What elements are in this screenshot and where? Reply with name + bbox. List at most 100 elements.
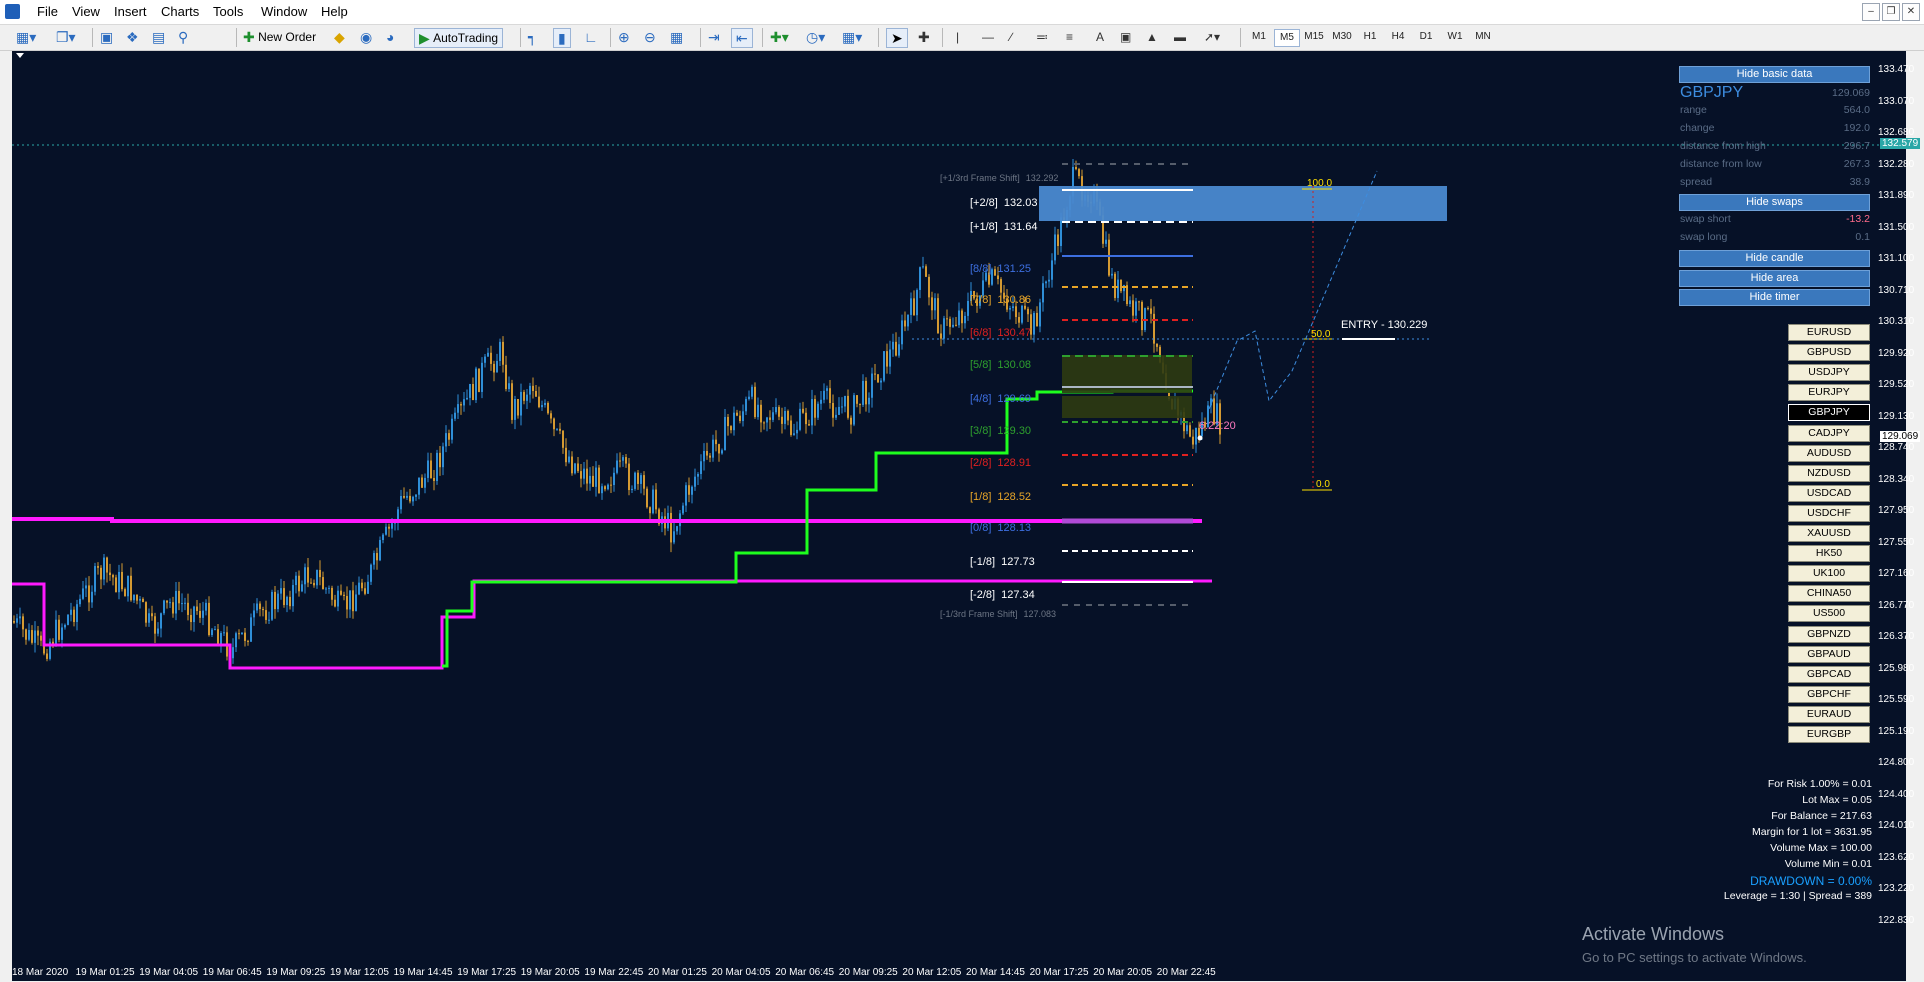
symbol-button-usdchf[interactable]: USDCHF <box>1788 504 1870 522</box>
candlestick-icon[interactable]: ▮ <box>553 28 571 48</box>
symbol-button-hk50[interactable]: HK50 <box>1788 545 1870 563</box>
text-icon[interactable]: A <box>1096 28 1104 46</box>
market-icon[interactable]: ◉ <box>360 28 372 46</box>
close-icon[interactable]: ✕ <box>1902 3 1920 21</box>
timeframe-m15[interactable]: M15 <box>1302 29 1326 45</box>
indicators-icon[interactable]: ✚▾ <box>770 28 789 46</box>
menu-help[interactable]: Help <box>321 4 348 19</box>
timeframe-m1[interactable]: M1 <box>1247 29 1271 45</box>
symbol-button-usdcad[interactable]: USDCAD <box>1788 484 1870 502</box>
symbol-button-gbpusd[interactable]: GBPUSD <box>1788 344 1870 362</box>
triangle-icon[interactable]: ▲ <box>1146 28 1158 46</box>
crosshair-icon[interactable]: ✚ <box>918 28 930 46</box>
navigator-icon[interactable]: ❖ <box>126 28 139 46</box>
hide-candle-button[interactable]: Hide candle <box>1679 250 1870 267</box>
candle-body <box>724 416 726 451</box>
symbol-button-gbpcad[interactable]: GBPCAD <box>1788 665 1870 683</box>
timeframe-m5[interactable]: M5 <box>1274 29 1300 47</box>
symbol-button-audusd[interactable]: AUDUSD <box>1788 444 1870 462</box>
candle-body <box>334 599 336 607</box>
symbol-button-xauusd[interactable]: XAUUSD <box>1788 525 1870 542</box>
candle-body <box>232 647 234 659</box>
timeframe-m30[interactable]: M30 <box>1330 29 1354 45</box>
candle-body <box>928 276 930 298</box>
metaeditor-icon[interactable]: ◆ <box>334 28 345 46</box>
candle-body <box>508 383 510 390</box>
restore-icon[interactable]: ❐ <box>1882 3 1900 21</box>
symbol-button-euraud[interactable]: EURAUD <box>1788 705 1870 723</box>
timeframe-h1[interactable]: H1 <box>1358 29 1382 45</box>
symbol-button-gbpaud[interactable]: GBPAUD <box>1788 645 1870 663</box>
signals-icon[interactable]: ◕ <box>386 28 394 46</box>
symbol-button-eurgbp[interactable]: EURGBP <box>1788 726 1870 743</box>
candle-body <box>460 404 462 406</box>
candle-body <box>244 632 246 641</box>
timeframe-d1[interactable]: D1 <box>1414 29 1438 45</box>
candle-body <box>1186 425 1188 432</box>
zoom-in-icon[interactable]: ⊕ <box>618 28 630 46</box>
chart-window[interactable] <box>12 51 1906 981</box>
hide-area-button[interactable]: Hide area <box>1679 270 1870 287</box>
candle-body <box>787 410 789 421</box>
symbol-button-gbpchf[interactable]: GBPCHF <box>1788 685 1870 703</box>
minimize-icon[interactable]: – <box>1862 3 1880 21</box>
hide-swaps-button[interactable]: Hide swaps <box>1679 194 1870 211</box>
timeframe-w1[interactable]: W1 <box>1443 29 1467 45</box>
chart-shift-icon[interactable]: ⇤ <box>731 28 753 48</box>
menu-charts[interactable]: Charts <box>161 4 199 19</box>
timeframe-mn[interactable]: MN <box>1471 29 1495 45</box>
symbol-button-gbpnzd[interactable]: GBPNZD <box>1788 625 1870 643</box>
candle-body <box>649 507 651 514</box>
price-chart[interactable] <box>12 51 1906 981</box>
menu-tools[interactable]: Tools <box>213 4 243 19</box>
fibonacci-icon[interactable]: ≡ <box>1066 28 1073 46</box>
bar-chart-icon[interactable]: ┑ <box>528 28 536 46</box>
autotrading-button[interactable]: ▶ AutoTrading <box>414 28 504 48</box>
symbol-button-uk100[interactable]: UK100 <box>1788 565 1870 583</box>
zoom-out-icon[interactable]: ⊖ <box>644 28 656 46</box>
channel-icon[interactable]: ≕ <box>1036 28 1048 46</box>
murrey-level-label: [2/8] <box>970 457 992 469</box>
terminal-icon[interactable]: ▤ <box>152 28 165 46</box>
market-watch-icon[interactable]: ▣ <box>100 28 113 46</box>
tile-windows-icon[interactable]: ▦ <box>670 28 683 46</box>
menu-window[interactable]: Window <box>261 4 307 19</box>
profiles-icon[interactable]: ❐▾ <box>56 28 76 46</box>
autoscroll-icon[interactable]: ⇥ <box>708 28 720 46</box>
symbol-button-us500[interactable]: US500 <box>1788 605 1870 623</box>
menu-view[interactable]: View <box>72 4 100 19</box>
candle-body <box>751 386 753 397</box>
vertical-line-icon[interactable]: | <box>956 28 959 46</box>
new-chart-icon[interactable]: ▦▾ <box>16 28 36 46</box>
candle-body <box>835 414 837 418</box>
symbol-button-china50[interactable]: CHINA50 <box>1788 585 1870 603</box>
text-label-icon[interactable]: ▣ <box>1120 28 1131 46</box>
templates-icon[interactable]: ▦▾ <box>842 28 862 46</box>
candle-body <box>634 472 636 489</box>
cursor-icon[interactable]: ➤ <box>886 28 908 48</box>
symbol-button-eurjpy[interactable]: EURJPY <box>1788 384 1870 402</box>
line-chart-icon[interactable]: ∟ <box>584 28 598 46</box>
menu-insert[interactable]: Insert <box>114 4 147 19</box>
candle-body <box>13 621 15 623</box>
trendline-icon[interactable]: ∕ <box>1010 28 1012 46</box>
timeframe-h4[interactable]: H4 <box>1386 29 1410 45</box>
candle-body <box>934 298 936 311</box>
symbol-button-eurusd[interactable]: EURUSD <box>1788 324 1870 341</box>
candle-body <box>40 635 42 641</box>
murrey-level: [+2/8] 132.03 <box>970 197 1037 209</box>
menu-file[interactable]: File <box>37 4 58 19</box>
symbol-button-cadjpy[interactable]: CADJPY <box>1788 424 1870 442</box>
symbol-button-gbpjpy[interactable]: GBPJPY <box>1788 404 1870 422</box>
symbol-button-nzdusd[interactable]: NZDUSD <box>1788 464 1870 482</box>
candle-body <box>406 495 408 498</box>
symbol-button-usdjpy[interactable]: USDJPY <box>1788 364 1870 382</box>
rectangle-icon[interactable]: ▬ <box>1174 28 1186 46</box>
new-order-button[interactable]: ✚ New Order <box>243 28 316 46</box>
hide-timer-button[interactable]: Hide timer <box>1679 289 1870 306</box>
hide-basic-data-button[interactable]: Hide basic data <box>1679 66 1870 83</box>
arrows-icon[interactable]: ➚▾ <box>1204 28 1220 46</box>
periods-icon[interactable]: ◷▾ <box>806 28 825 46</box>
horizontal-line-icon[interactable]: — <box>982 28 994 46</box>
strategy-tester-icon[interactable]: ⚲ <box>178 28 188 46</box>
